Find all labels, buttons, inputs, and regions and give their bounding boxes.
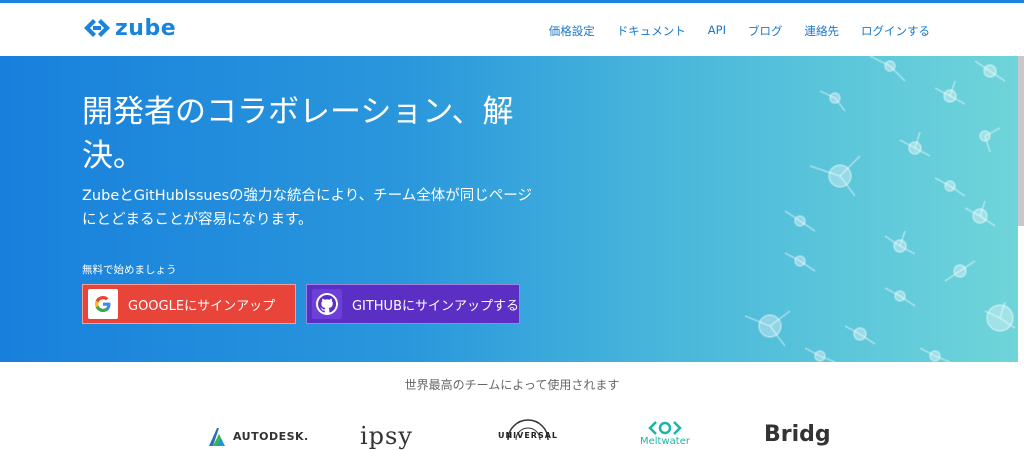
bridg-logo: Bridg <box>764 422 831 447</box>
nav-login[interactable]: ログインする <box>861 23 930 39</box>
github-signup-button[interactable]: GITHUBにサインアップする <box>306 284 520 324</box>
zube-logo-icon <box>84 19 110 37</box>
universal-logo: UNIVERSAL <box>498 418 558 448</box>
github-icon <box>312 289 342 319</box>
hero-section: 開発者のコラボレーション、解決。 ZubeとGitHubIssuesの強力な統合… <box>0 56 1018 362</box>
google-signup-label: GOOGLEにサインアップ <box>128 298 276 314</box>
nav-docs[interactable]: ドキュメント <box>617 23 686 39</box>
hero-subtitle: ZubeとGitHubIssuesの強力な統合により、チーム全体が同じページにと… <box>82 188 532 228</box>
autodesk-logo: AUTODESK. <box>207 426 309 446</box>
meltwater-mark-icon <box>648 421 682 435</box>
page-scrollbar[interactable] <box>1018 56 1024 226</box>
top-nav: 価格設定 ドキュメント API ブログ 連絡先 ログインする <box>527 23 930 39</box>
nav-pricing[interactable]: 価格設定 <box>549 23 595 39</box>
nav-contact[interactable]: 連絡先 <box>805 23 840 39</box>
customer-logos: AUTODESK. ipsy UNIVERSAL Meltwater Bridg <box>0 418 1024 450</box>
google-icon <box>88 289 118 319</box>
github-signup-label: GITHUBにサインアップする <box>351 298 519 314</box>
nav-api[interactable]: API <box>708 23 726 39</box>
universal-globe-icon: UNIVERSAL <box>498 419 558 441</box>
autodesk-mark-icon <box>209 428 225 446</box>
free-start-label: 無料で始めましょう <box>82 264 177 276</box>
logo-wordmark: zube <box>115 15 177 41</box>
svg-text:UNIVERSAL: UNIVERSAL <box>498 431 558 440</box>
hero-title: 開発者のコラボレーション、解決。 <box>82 94 514 174</box>
nav-blog[interactable]: ブログ <box>748 23 783 39</box>
trusted-by-caption: 世界最高のチームによって使用されます <box>404 378 620 392</box>
site-header: zube 価格設定 ドキュメント API ブログ 連絡先 ログインする <box>0 3 1024 56</box>
zube-logo[interactable]: zube <box>84 13 176 43</box>
ipsy-logo: ipsy <box>360 422 413 450</box>
meltwater-logo: Meltwater <box>640 420 690 447</box>
google-signup-button[interactable]: GOOGLEにサインアップ <box>82 284 296 324</box>
